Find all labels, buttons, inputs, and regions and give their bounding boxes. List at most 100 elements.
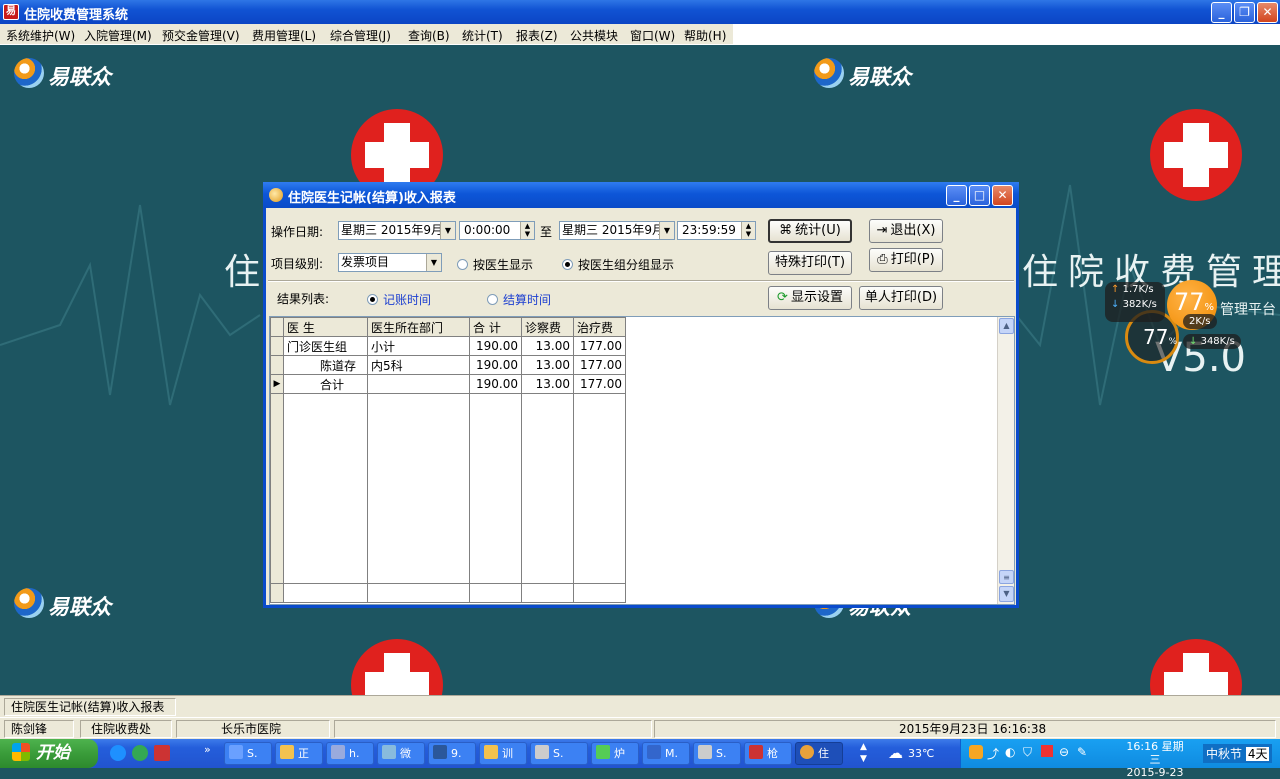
chevron-down-icon[interactable]: ▼ bbox=[659, 222, 674, 239]
task-button-active[interactable]: 住 bbox=[795, 742, 843, 765]
menu-public[interactable]: 公共模块 bbox=[570, 27, 618, 44]
col-exam-fee[interactable]: 诊察费 bbox=[521, 317, 574, 337]
ie-icon[interactable] bbox=[110, 745, 126, 761]
tray-shield-icon[interactable]: ⛉ bbox=[1023, 745, 1032, 760]
display-settings-button[interactable]: ⟳ 显示设置 bbox=[768, 286, 852, 310]
task-scroll-icon[interactable]: ▲ ▼ bbox=[860, 741, 867, 765]
restore-button[interactable]: ❐ bbox=[1234, 2, 1255, 23]
col-dept[interactable]: 医生所在部门 bbox=[367, 317, 470, 337]
post-time-radio[interactable]: 记账时间 bbox=[367, 291, 431, 308]
quicklaunch-more-icon[interactable]: » bbox=[204, 743, 211, 756]
dialog-minimize-button[interactable]: _ bbox=[946, 185, 967, 206]
window-tab-report[interactable]: 住院医生记帐(结算)收入报表 bbox=[4, 698, 176, 716]
cell-total[interactable]: 190.00 bbox=[469, 374, 522, 394]
cell-total[interactable]: 190.00 bbox=[469, 336, 522, 356]
start-time-spinner[interactable]: 0:00:00 ▲ ▼ bbox=[459, 221, 535, 240]
special-print-button[interactable]: 特殊打印(T) bbox=[768, 251, 852, 275]
cell-total[interactable]: 190.00 bbox=[469, 355, 522, 375]
print-button[interactable]: ⎙ 打印(P) bbox=[869, 248, 943, 272]
cell-doctor[interactable]: 门诊医生组 bbox=[283, 336, 368, 356]
menu-admission[interactable]: 入院管理(M) bbox=[84, 27, 152, 44]
task-button[interactable]: S. bbox=[530, 742, 588, 765]
task-button[interactable]: 训 bbox=[479, 742, 527, 765]
browser-icon[interactable] bbox=[132, 745, 148, 761]
logo-swirl-icon bbox=[14, 588, 44, 618]
cell-dept[interactable] bbox=[367, 374, 470, 394]
tray-clock[interactable]: 16:16 星期三 2015-9-23 bbox=[1121, 740, 1189, 779]
task-button[interactable]: h. bbox=[326, 742, 374, 765]
menu-reports[interactable]: 报表(Z) bbox=[516, 27, 558, 44]
menu-deposit[interactable]: 预交金管理(V) bbox=[162, 27, 240, 44]
col-doctor[interactable]: 医 生 bbox=[283, 317, 368, 337]
task-button[interactable]: 炉 bbox=[591, 742, 639, 765]
vertical-scrollbar[interactable]: ▲ ≡ ▼ bbox=[997, 317, 1014, 604]
item-level-select[interactable]: 发票项目 ▼ bbox=[338, 253, 442, 272]
tray-app-icon[interactable] bbox=[969, 745, 983, 759]
col-treatment-fee[interactable]: 治疗费 bbox=[573, 317, 626, 337]
task-button[interactable]: S. bbox=[693, 742, 741, 765]
table-row[interactable]: ▶ 合计 190.00 13.00 177.00 bbox=[270, 374, 626, 394]
menu-window[interactable]: 窗口(W) bbox=[630, 27, 675, 44]
stats-button[interactable]: ⌘ 统计(U) bbox=[768, 219, 852, 243]
by-doctor-radio[interactable]: 按医生显示 bbox=[457, 256, 533, 273]
cell-exam-fee[interactable]: 13.00 bbox=[521, 374, 574, 394]
by-group-radio[interactable]: 按医生组分组显示 bbox=[562, 256, 674, 273]
menu-stats[interactable]: 统计(T) bbox=[462, 27, 503, 44]
task-button[interactable]: 微 bbox=[377, 742, 425, 765]
single-print-button[interactable]: 单人打印(D) bbox=[859, 286, 943, 310]
task-button[interactable]: 正 bbox=[275, 742, 323, 765]
minimize-button[interactable]: _ bbox=[1211, 2, 1232, 23]
spin-arrows-icon[interactable]: ▲ ▼ bbox=[520, 222, 534, 239]
network-monitor-widget[interactable]: 77% ↑ 1.7K/s ↓ 382K/s 77% 2K/s ↓ 348K/s bbox=[1105, 280, 1245, 364]
scroll-up-icon[interactable]: ▲ bbox=[999, 318, 1014, 334]
spin-arrows-icon[interactable]: ▲ ▼ bbox=[741, 222, 755, 239]
task-button[interactable]: S. bbox=[224, 742, 272, 765]
table-empty-area bbox=[270, 393, 626, 584]
table-row[interactable]: 陈道存 内5科 190.00 13.00 177.00 bbox=[270, 355, 626, 375]
close-button[interactable]: ✕ bbox=[1257, 2, 1278, 23]
dialog-maximize-button[interactable]: □ bbox=[969, 185, 990, 206]
menu-help[interactable]: 帮助(H) bbox=[684, 27, 726, 44]
task-button[interactable]: 枪 bbox=[744, 742, 792, 765]
dialog-close-button[interactable]: ✕ bbox=[992, 185, 1013, 206]
task-button[interactable]: 9. bbox=[428, 742, 476, 765]
scroll-thumb[interactable]: ≡ bbox=[999, 570, 1014, 584]
scroll-down-icon[interactable]: ▼ bbox=[999, 586, 1014, 602]
dialog-titlebar[interactable]: 住院医生记帐(结算)收入报表 _ □ ✕ bbox=[263, 182, 1019, 208]
task-button[interactable]: M. bbox=[642, 742, 690, 765]
report-grid[interactable]: 医 生 医生所在部门 合 计 诊察费 治疗费 门诊医生组 小计 190.00 1… bbox=[269, 316, 1015, 605]
logo-swirl-icon bbox=[814, 58, 844, 88]
cell-treatment-fee[interactable]: 177.00 bbox=[573, 336, 626, 356]
menu-system[interactable]: 系统维护(W) bbox=[6, 27, 75, 44]
cell-doctor[interactable]: 合计 bbox=[283, 374, 368, 394]
end-date-picker[interactable]: 星期三 2015年9月23日 ▼ bbox=[559, 221, 675, 240]
col-total[interactable]: 合 计 bbox=[469, 317, 522, 337]
start-date-picker[interactable]: 星期三 2015年9月23日 ▼ bbox=[338, 221, 456, 240]
tray-volume-icon[interactable]: ◐ bbox=[1005, 745, 1015, 759]
cell-exam-fee[interactable]: 13.00 bbox=[521, 336, 574, 356]
tray-network-icon[interactable]: ⤴ bbox=[987, 745, 999, 762]
tray-stop-icon[interactable]: ⊖ bbox=[1059, 745, 1069, 759]
menu-general[interactable]: 综合管理(J) bbox=[330, 27, 391, 44]
cell-doctor[interactable]: 陈道存 bbox=[283, 355, 368, 375]
cell-treatment-fee[interactable]: 177.00 bbox=[573, 374, 626, 394]
cell-dept[interactable]: 内5科 bbox=[367, 355, 470, 375]
cell-dept[interactable]: 小计 bbox=[367, 336, 470, 356]
chevron-down-icon[interactable]: ▼ bbox=[426, 254, 441, 271]
tray-input-icon[interactable]: ✎ bbox=[1077, 745, 1087, 759]
chevron-down-icon[interactable]: ▼ bbox=[440, 222, 455, 239]
menu-query[interactable]: 查询(B) bbox=[408, 27, 450, 44]
exit-button[interactable]: ⇥ 退出(X) bbox=[869, 219, 943, 243]
weather-widget[interactable]: ☁ 33℃ bbox=[884, 739, 960, 768]
table-row[interactable]: 门诊医生组 小计 190.00 13.00 177.00 bbox=[270, 336, 626, 356]
media-icon[interactable] bbox=[154, 745, 170, 761]
festival-countdown[interactable]: 中秋节 4天 bbox=[1203, 744, 1273, 763]
tray-security-icon[interactable] bbox=[1041, 745, 1053, 757]
end-time-spinner[interactable]: 23:59:59 ▲ ▼ bbox=[677, 221, 756, 240]
settle-time-radio[interactable]: 结算时间 bbox=[487, 291, 551, 308]
menu-fees[interactable]: 费用管理(L) bbox=[252, 27, 316, 44]
cell-exam-fee[interactable]: 13.00 bbox=[521, 355, 574, 375]
start-button[interactable]: 开始 bbox=[0, 739, 98, 768]
cell-treatment-fee[interactable]: 177.00 bbox=[573, 355, 626, 375]
logo-swirl-icon bbox=[14, 58, 44, 88]
